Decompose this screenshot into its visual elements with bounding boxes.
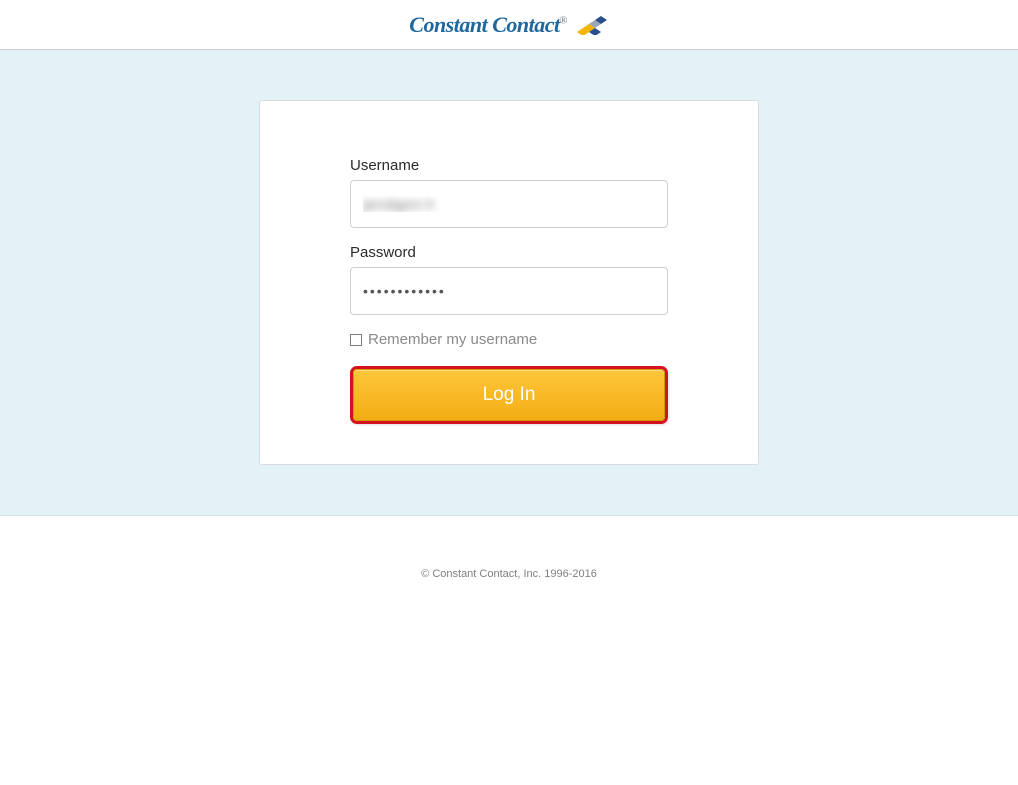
username-label: Username [350,157,668,174]
password-label: Password [350,244,668,261]
password-input[interactable] [350,267,668,315]
login-button-highlight-frame: Log In [350,366,668,424]
brand-logo: Constant Contact® [409,12,608,38]
top-header: Constant Contact® [0,0,1018,50]
brand-name-text: Constant Contact® [409,12,566,38]
footer: © Constant Contact, Inc. 1996-2016 [0,516,1018,580]
remember-row: Remember my username [350,331,668,348]
login-card: Username Password Remember my username L… [259,100,759,465]
username-group: Username [350,157,668,228]
remember-checkbox[interactable] [350,334,362,346]
login-button[interactable]: Log In [353,369,665,421]
brand-swoosh-icon [575,15,609,35]
content-band: Username Password Remember my username L… [0,50,1018,516]
copyright-text: © Constant Contact, Inc. 1996-2016 [421,568,597,580]
password-group: Password [350,244,668,315]
username-input[interactable] [350,180,668,228]
remember-label[interactable]: Remember my username [368,331,537,348]
